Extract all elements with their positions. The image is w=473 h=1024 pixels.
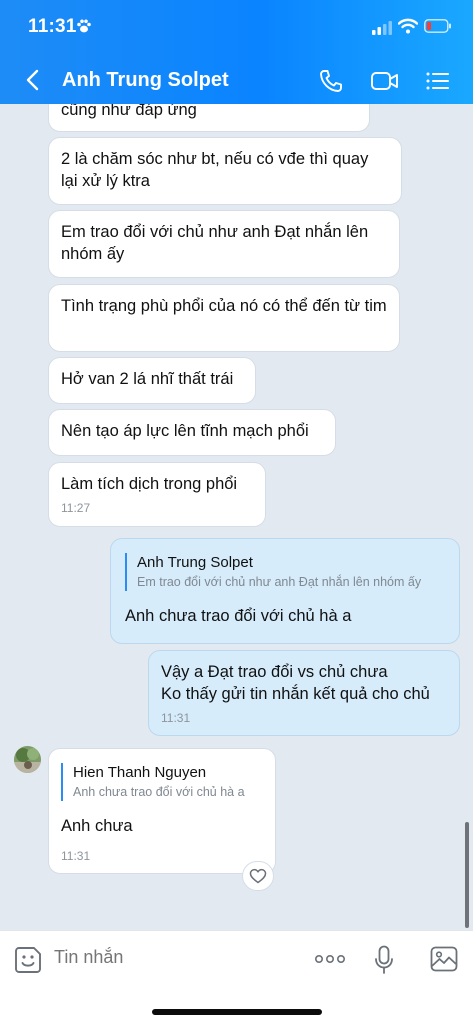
my-reply-bubble[interactable]: Anh Trung Solpet Em trao đổi với chủ như… [110,538,460,644]
my-message-bubble[interactable]: Vậy a Đạt trao đổi vs chủ chưa Ko thấy g… [148,650,460,736]
message-bubble[interactable]: Nên tạo áp lực lên tĩnh mạch phổi [48,409,336,456]
app-bar: Anh Trung Solpet [0,56,473,104]
message-text: Ko thấy gửi tin nhắn kết quả cho chủ [161,685,430,703]
reaction-button[interactable] [242,861,274,891]
cellular-signal-icon [372,21,392,35]
quote-text: Anh chưa trao đổi với chủ hà a [73,785,245,799]
top-header: 11:31 Anh Trung Solpet [0,0,473,104]
message-text: Em trao đổi với chủ như anh Đạt nhắn lên… [61,223,369,263]
microphone-icon[interactable] [374,945,394,975]
reply-message-bubble[interactable]: Hien Thanh Nguyen Anh chưa trao đổi với … [48,748,276,874]
paw-icon [77,19,91,33]
quote-sender: Anh Trung Solpet [137,554,253,571]
message-time: 11:31 [161,711,191,725]
message-bubble[interactable]: Tình trạng phù phổi của nó có thể đến từ… [48,284,400,352]
message-text: cũng như đáp ứng [61,104,197,119]
message-text: Làm tích dịch trong phổi [61,475,238,493]
avatar[interactable] [14,746,41,773]
message-time: 11:31 [61,849,91,863]
phone-call-icon[interactable] [318,68,344,94]
reply-quote[interactable]: Anh Trung Solpet Em trao đổi với chủ như… [125,553,445,591]
chat-area[interactable]: cũng như đáp ứng 2 là chăm sóc như bt, n… [0,104,473,930]
message-bubble[interactable]: Hở van 2 lá nhĩ thất trái [48,357,256,404]
message-input[interactable] [54,947,294,968]
message-text: Hở van 2 lá nhĩ thất trái [61,370,234,388]
more-options-icon[interactable] [314,951,346,967]
quote-sender: Hien Thanh Nguyen [73,764,207,781]
message-bubble[interactable]: Làm tích dịch trong phổi 11:27 [48,462,266,527]
back-arrow-icon[interactable] [22,68,44,92]
message-text: Anh chưa trao đổi với chủ hà a [125,607,352,625]
quote-text: Em trao đổi với chủ như anh Đạt nhắn lên… [137,575,422,589]
chat-title[interactable]: Anh Trung Solpet [62,69,229,92]
video-call-icon[interactable] [370,68,400,94]
menu-list-icon[interactable] [424,68,450,94]
scrollbar[interactable] [465,822,469,928]
message-composer [0,930,473,1024]
message-text: Vậy a Đạt trao đổi vs chủ chưa [161,663,388,681]
status-bar: 11:31 [0,0,473,56]
message-bubble[interactable]: cũng như đáp ứng [48,104,370,132]
battery-low-icon [424,19,451,33]
message-text: Nên tạo áp lực lên tĩnh mạch phổi [61,422,309,440]
home-indicator [152,1009,322,1015]
sticker-emoji-icon[interactable] [14,946,42,974]
wifi-icon [398,18,418,34]
reply-quote[interactable]: Hien Thanh Nguyen Anh chưa trao đổi với … [61,763,263,801]
message-text: Anh chưa [61,817,133,835]
heart-icon [249,868,267,884]
message-bubble[interactable]: Em trao đổi với chủ như anh Đạt nhắn lên… [48,210,400,278]
message-text: 2 là chăm sóc như bt, nếu có vđe thì qua… [61,150,369,190]
message-time: 11:27 [61,501,91,515]
image-gallery-icon[interactable] [430,946,458,972]
message-bubble[interactable]: 2 là chăm sóc như bt, nếu có vđe thì qua… [48,137,402,205]
status-time: 11:31 [28,16,77,37]
message-text: Tình trạng phù phổi của nó có thể đến từ… [61,297,387,315]
